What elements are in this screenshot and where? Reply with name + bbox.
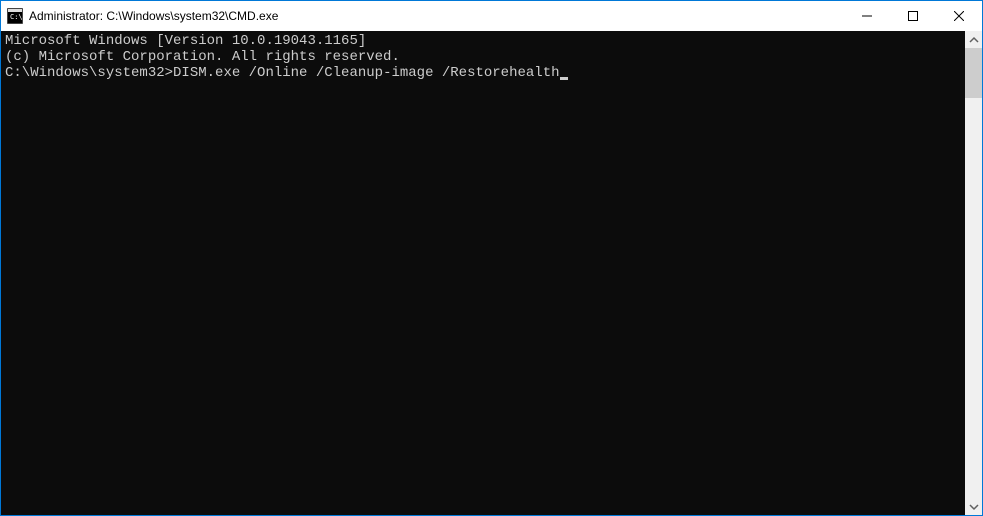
console-line: Microsoft Windows [Version 10.0.19043.11…	[5, 33, 961, 49]
maximize-button[interactable]	[890, 1, 936, 31]
cmd-icon: C:\	[7, 8, 23, 24]
console-prompt-line: C:\Windows\system32>DISM.exe /Online /Cl…	[5, 65, 961, 81]
scroll-down-button[interactable]	[965, 498, 982, 515]
console-prompt: C:\Windows\system32>	[5, 65, 173, 81]
scroll-track[interactable]	[965, 48, 982, 498]
maximize-icon	[908, 11, 918, 21]
console-command: DISM.exe /Online /Cleanup-image /Restore…	[173, 65, 559, 81]
svg-text:C:\: C:\	[10, 13, 23, 21]
cmd-window: C:\ Administrator: C:\Windows\system32\C…	[0, 0, 983, 516]
console-line: (c) Microsoft Corporation. All rights re…	[5, 49, 961, 65]
titlebar[interactable]: C:\ Administrator: C:\Windows\system32\C…	[1, 1, 982, 31]
chevron-up-icon	[969, 35, 979, 45]
close-icon	[954, 11, 964, 21]
minimize-icon	[862, 11, 872, 21]
chevron-down-icon	[969, 502, 979, 512]
window-controls	[844, 1, 982, 31]
console-area: Microsoft Windows [Version 10.0.19043.11…	[1, 31, 982, 515]
text-cursor	[560, 77, 568, 80]
window-title: Administrator: C:\Windows\system32\CMD.e…	[29, 9, 844, 23]
vertical-scrollbar[interactable]	[965, 31, 982, 515]
close-button[interactable]	[936, 1, 982, 31]
console-output[interactable]: Microsoft Windows [Version 10.0.19043.11…	[1, 31, 965, 515]
minimize-button[interactable]	[844, 1, 890, 31]
scroll-thumb[interactable]	[965, 48, 982, 98]
scroll-up-button[interactable]	[965, 31, 982, 48]
